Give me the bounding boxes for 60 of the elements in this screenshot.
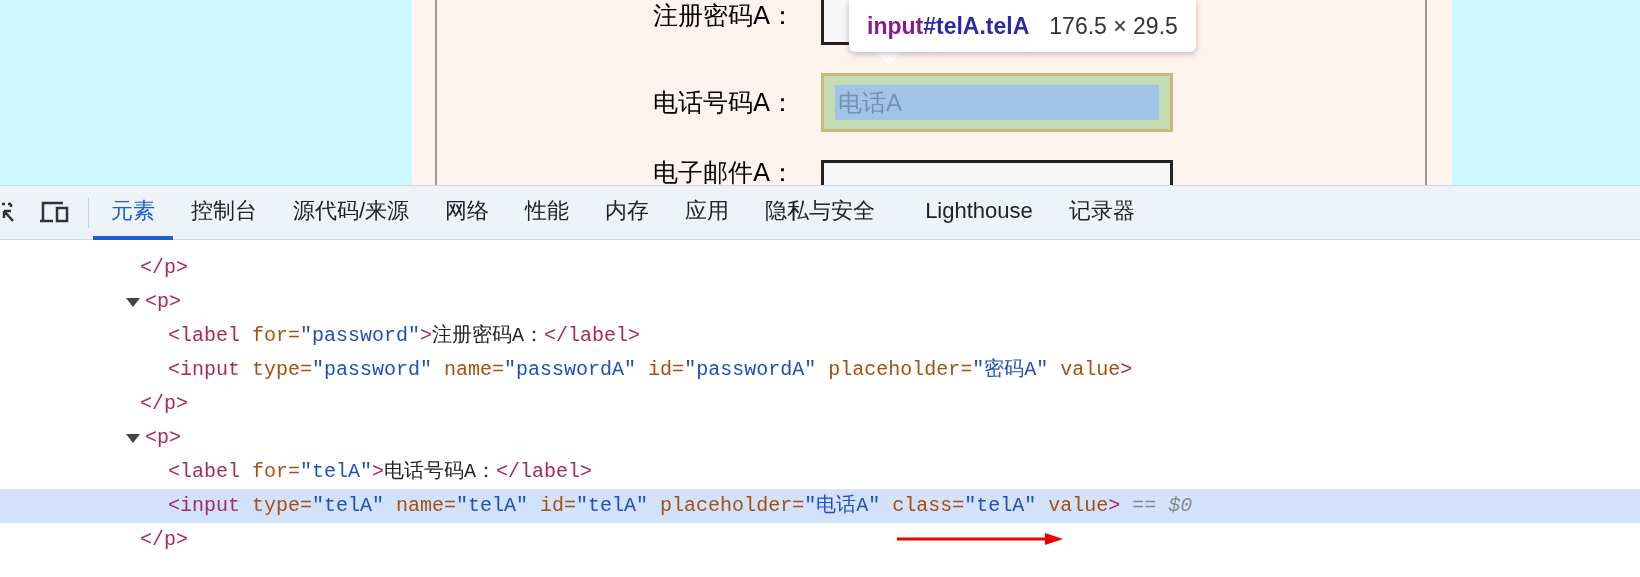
code-token: <p>: [145, 425, 181, 451]
form-label: 电话号码A：: [651, 90, 796, 115]
code-token: </p>: [140, 255, 188, 281]
code-token: </label>: [496, 459, 593, 485]
code-token: type=: [252, 493, 313, 519]
code-token: <label: [168, 323, 241, 349]
code-token: "telA": [456, 493, 530, 519]
code-token: == $0: [1132, 493, 1193, 519]
devtools-tab[interactable]: 网络: [427, 185, 508, 240]
code-token: >: [420, 323, 433, 349]
devtools-tab[interactable]: 元素: [93, 185, 173, 240]
devtools-tab[interactable]: 应用: [667, 185, 748, 240]
code-token: <input: [168, 493, 241, 519]
placeholder-text: 电话A: [838, 87, 902, 118]
code-token: <p>: [145, 289, 181, 315]
code-token: >: [1120, 357, 1133, 383]
expand-triangle-icon[interactable]: [126, 433, 140, 443]
code-token: for=: [252, 323, 301, 349]
code-token: 注册密码A：: [432, 323, 545, 349]
code-token: <label: [168, 459, 241, 485]
code-token: "password": [312, 357, 434, 383]
devtools-tab[interactable]: 隐私与安全: [747, 185, 894, 240]
code-token: 电话号码A：: [384, 459, 497, 485]
form-label: 电子邮件A：: [651, 160, 796, 185]
code-token: value: [1048, 493, 1109, 519]
code-token: "passwordA": [504, 357, 638, 383]
code-token: placeholder=: [828, 357, 973, 383]
devtools-tab[interactable]: 源代码/来源: [275, 185, 428, 240]
devtools-tab[interactable]: 记录器: [1050, 185, 1153, 240]
code-token: </label>: [544, 323, 641, 349]
code-token: >: [372, 459, 385, 485]
element-size: 176.5 × 29.5: [1049, 11, 1178, 41]
form-label: 注册密码A：: [651, 3, 796, 28]
code-token: <input: [168, 357, 241, 383]
code-token: id=: [540, 493, 577, 519]
devtools-tab[interactable]: 内存: [587, 185, 668, 240]
code-token: "telA": [964, 493, 1038, 519]
code-token: >: [1108, 493, 1121, 519]
devtools-tab[interactable]: 控制台: [173, 185, 275, 240]
devtools-tab[interactable]: 性能: [507, 185, 588, 240]
code-token: id=: [648, 357, 685, 383]
code-token: </p>: [140, 527, 188, 553]
code-token: name=: [444, 357, 505, 383]
code-token: for=: [252, 459, 301, 485]
code-token: "telA": [312, 493, 386, 519]
code-token: </p>: [140, 391, 188, 417]
code-token: placeholder=: [660, 493, 805, 519]
code-token: "passwordA": [684, 357, 818, 383]
code-token: "密码A": [972, 357, 1050, 383]
code-token: class=: [892, 493, 965, 519]
expand-triangle-icon[interactable]: [126, 297, 140, 307]
code-token: value: [1060, 357, 1121, 383]
code-token: type=: [252, 357, 313, 383]
code-token: name=: [396, 493, 457, 519]
code-token: "password": [300, 323, 421, 349]
code-token: "电话A": [804, 493, 882, 519]
element-selector: input#telA.telA: [867, 11, 1030, 41]
code-token: "telA": [576, 493, 650, 519]
devtools-tab[interactable]: Lighthouse: [907, 185, 1051, 240]
code-token: "telA": [300, 459, 373, 485]
